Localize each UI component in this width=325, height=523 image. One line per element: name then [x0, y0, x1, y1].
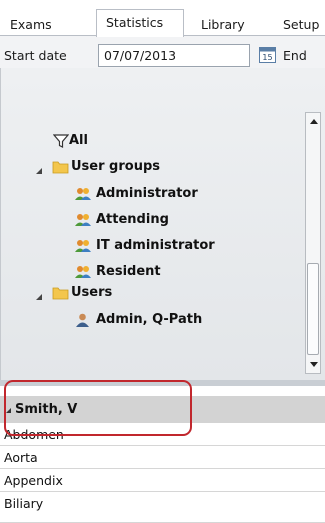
tree-item-user-label: Admin, Q-Path [96, 312, 203, 327]
tree-item-group[interactable]: Attending [74, 210, 264, 230]
tree-item-group[interactable]: Resident [74, 262, 264, 282]
user-icon [74, 312, 90, 328]
start-date-label: Start date [4, 48, 67, 63]
user-group-icon [74, 238, 91, 254]
filter-icon [52, 133, 70, 149]
tab-setup[interactable]: Setup [279, 15, 319, 35]
user-groups-expander-icon[interactable] [36, 168, 42, 174]
user-group-icon [74, 264, 91, 280]
svg-text:15: 15 [262, 53, 272, 62]
tree-item-user-groups-label: User groups [71, 159, 160, 174]
tab-bar: Exams Statistics Library Setup [0, 0, 325, 37]
scroll-up-arrow-icon[interactable] [310, 119, 318, 124]
tab-exams[interactable]: Exams [6, 15, 52, 35]
tree-item-group-label: Attending [96, 212, 169, 227]
end-date-label: End [283, 48, 307, 63]
highlight-annotation [4, 380, 192, 436]
scroll-thumb[interactable] [307, 263, 319, 355]
scroll-down-arrow-icon[interactable] [310, 362, 318, 367]
tab-statistics[interactable]: Statistics [96, 9, 184, 37]
tree-item-all[interactable]: All [52, 131, 153, 151]
tree-item-users-label: Users [71, 285, 113, 300]
user-group-icon [74, 186, 91, 202]
user-group-icon [74, 212, 91, 228]
tree-item-group[interactable]: Administrator [74, 184, 264, 204]
tree-item-user[interactable]: Admin, Q-Path [74, 310, 274, 330]
start-date-input[interactable]: 07/07/2013 [98, 44, 250, 67]
folder-icon [52, 285, 69, 301]
tree-item-group-label: Resident [96, 264, 161, 279]
tree-scrollbar[interactable] [305, 112, 321, 374]
tree-item-user-groups[interactable]: User groups [52, 157, 212, 177]
tree-item-users[interactable]: Users [52, 283, 212, 303]
tree-item-group[interactable]: IT administrator [74, 236, 274, 256]
tab-library[interactable]: Library [197, 15, 245, 35]
folder-icon [52, 159, 69, 175]
users-expander-icon[interactable] [36, 294, 42, 300]
calendar-icon[interactable]: 15 [259, 46, 276, 63]
tree-item-all-label: All [69, 133, 88, 148]
list-item[interactable]: Biliary [0, 492, 325, 523]
list-item[interactable]: Aorta [0, 446, 325, 469]
tree-item-group-label: IT administrator [96, 238, 215, 253]
list-item[interactable]: Appendix [0, 469, 325, 492]
tree-panel-border [0, 68, 1, 380]
tree-item-group-label: Administrator [96, 186, 198, 201]
